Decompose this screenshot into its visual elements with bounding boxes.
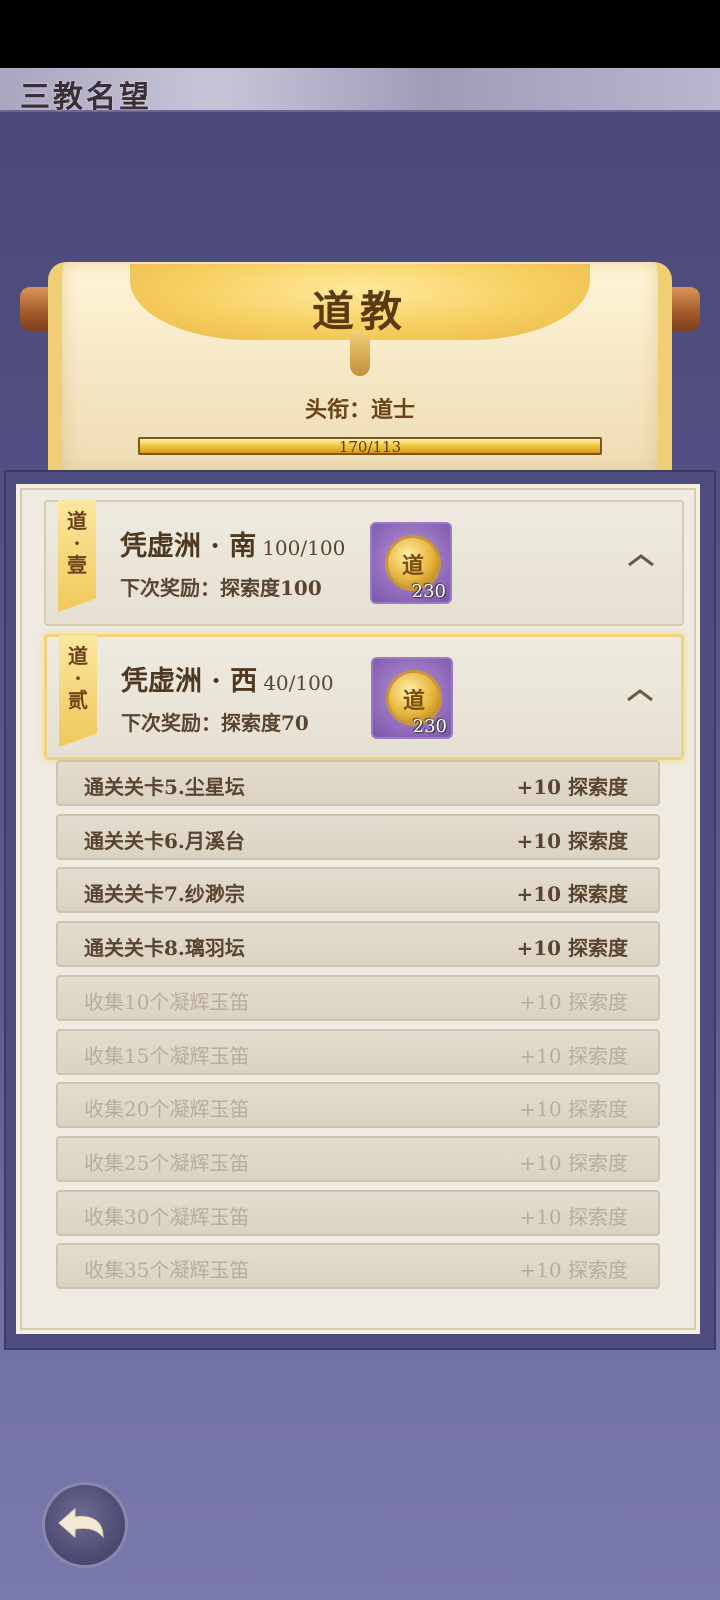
task-reward: +10 探索度 bbox=[519, 1097, 628, 1121]
task-reward: +10 探索度 bbox=[519, 990, 628, 1014]
task-row[interactable]: 通关关卡8.璃羽坛 +10 探索度 bbox=[56, 921, 660, 967]
task-reward: +10 探索度 bbox=[519, 1151, 628, 1175]
task-reward: +10 探索度 bbox=[516, 882, 628, 906]
task-reward: +10 探索度 bbox=[519, 1205, 628, 1229]
region-progress: 40/100 bbox=[263, 671, 334, 695]
chevron-up-icon[interactable] bbox=[628, 552, 654, 568]
region-tag: 道 · 贰 bbox=[59, 635, 97, 747]
sect-title: 道教 bbox=[311, 287, 408, 336]
task-name: 收集25个凝辉玉笛 bbox=[84, 1151, 250, 1175]
reward-count: 230 bbox=[411, 581, 446, 602]
task-name: 收集10个凝辉玉笛 bbox=[84, 990, 250, 1014]
task-row[interactable]: 收集20个凝辉玉笛 +10 探索度 bbox=[56, 1082, 660, 1128]
task-name: 通关关卡7.纱渺宗 bbox=[84, 882, 245, 906]
task-row[interactable]: 收集25个凝辉玉笛 +10 探索度 bbox=[56, 1136, 660, 1182]
back-button[interactable] bbox=[42, 1482, 128, 1568]
reward-item[interactable]: 道 230 bbox=[370, 522, 452, 604]
task-reward: +10 探索度 bbox=[516, 775, 628, 799]
task-name: 通关关卡5.尘星坛 bbox=[84, 775, 245, 799]
task-row[interactable]: 收集15个凝辉玉笛 +10 探索度 bbox=[56, 1029, 660, 1075]
region-card-2[interactable]: 道 · 贰 凭虚洲 · 西 40/100 下次奖励：探索度70 道 230 bbox=[44, 634, 684, 760]
task-name: 收集20个凝辉玉笛 bbox=[84, 1097, 250, 1121]
task-name: 通关关卡8.璃羽坛 bbox=[84, 936, 245, 960]
task-name: 收集35个凝辉玉笛 bbox=[84, 1258, 250, 1282]
task-row[interactable]: 收集35个凝辉玉笛 +10 探索度 bbox=[56, 1243, 660, 1289]
task-row[interactable]: 收集30个凝辉玉笛 +10 探索度 bbox=[56, 1190, 660, 1236]
region-card-1[interactable]: 道 · 壹 凭虚洲 · 南 100/100 下次奖励：探索度100 道 230 bbox=[44, 500, 684, 626]
task-name: 收集15个凝辉玉笛 bbox=[84, 1044, 250, 1068]
task-row[interactable]: 收集10个凝辉玉笛 +10 探索度 bbox=[56, 975, 660, 1021]
chevron-up-icon[interactable] bbox=[627, 687, 653, 703]
reward-count: 230 bbox=[412, 716, 447, 737]
region-name: 凭虚洲 · 西 40/100 bbox=[121, 666, 334, 697]
region-progress: 100/100 bbox=[262, 536, 346, 560]
task-row[interactable]: 通关关卡5.尘星坛 +10 探索度 bbox=[56, 760, 660, 806]
next-reward-text: 下次奖励：探索度100 bbox=[120, 576, 322, 600]
task-reward: +10 探索度 bbox=[519, 1258, 628, 1282]
region-tag-text: 道 · 壹 bbox=[67, 509, 87, 577]
back-arrow-icon bbox=[58, 1507, 104, 1539]
task-name: 收集30个凝辉玉笛 bbox=[84, 1205, 250, 1229]
task-name: 通关关卡6.月溪台 bbox=[84, 829, 245, 853]
task-row[interactable]: 通关关卡7.纱渺宗 +10 探索度 bbox=[56, 867, 660, 913]
task-reward: +10 探索度 bbox=[516, 829, 628, 853]
region-name: 凭虚洲 · 南 100/100 bbox=[120, 531, 346, 562]
task-reward: +10 探索度 bbox=[516, 936, 628, 960]
region-tag: 道 · 壹 bbox=[58, 500, 96, 612]
next-reward-text: 下次奖励：探索度70 bbox=[121, 711, 309, 735]
status-bar bbox=[0, 0, 720, 68]
page-title: 三教名望 bbox=[20, 80, 152, 115]
task-row[interactable]: 通关关卡6.月溪台 +10 探索度 bbox=[56, 814, 660, 860]
rank-label: 头衔：道士 bbox=[304, 397, 415, 423]
progress-label: 170/113 bbox=[338, 438, 402, 456]
task-reward: +10 探索度 bbox=[519, 1044, 628, 1068]
reward-item[interactable]: 道 230 bbox=[371, 657, 453, 739]
region-tag-text: 道 · 贰 bbox=[68, 644, 88, 712]
reputation-progress-bar: 170/113 bbox=[138, 437, 602, 456]
